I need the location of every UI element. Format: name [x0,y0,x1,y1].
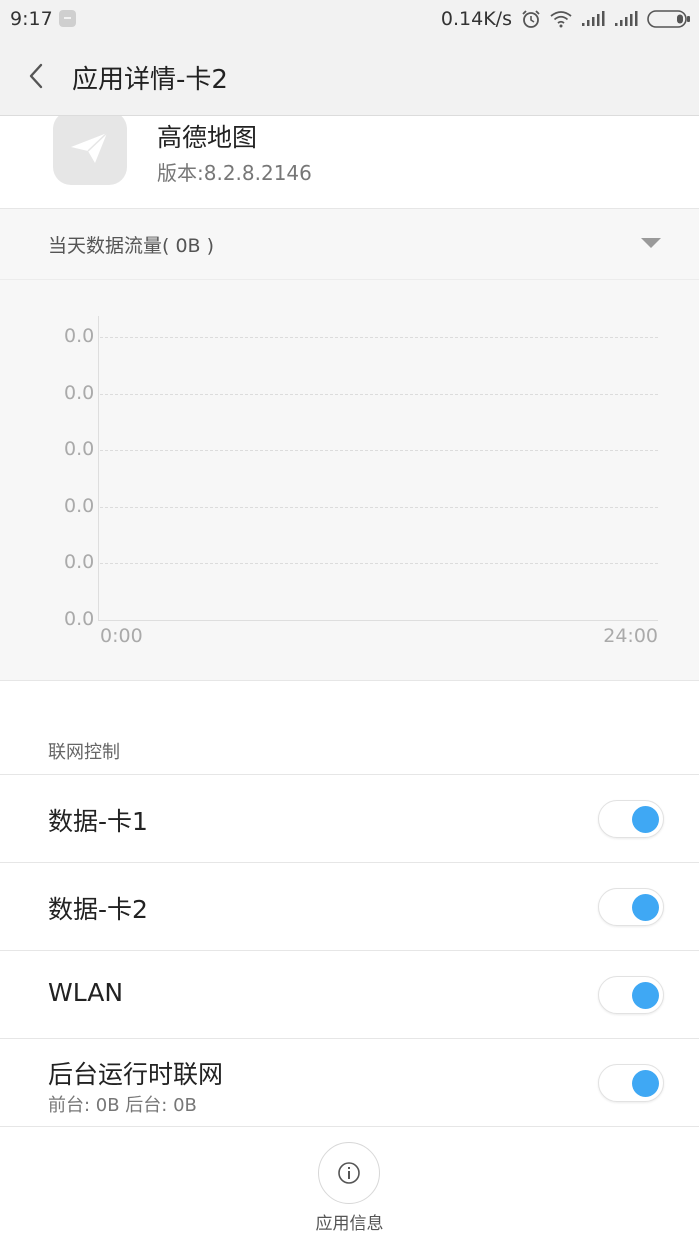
chart-y-tick-label: 0.0 [64,608,95,630]
chart-y-tick-label: 0.0 [64,325,95,347]
app-info-label[interactable]: 应用信息 [0,1209,699,1234]
back-icon[interactable] [24,60,50,92]
switch-knob [632,894,659,921]
chart-y-tick-label: 0.0 [64,438,95,461]
app-version: 版本:8.2.8.2146 [157,161,312,185]
background-usage-summary: 前台: 0B 后台: 0B [48,1095,197,1116]
wifi-icon [550,11,572,28]
app-info: 高德地图 版本:8.2.8.2146 [0,116,699,209]
chart-gridline [100,450,658,452]
network-control-header: 联网控制 [48,742,120,763]
daily-usage-selector[interactable]: 当天数据流量( 0B ) [0,209,699,280]
app-info-button[interactable] [318,1142,380,1204]
switch-knob [632,1070,659,1097]
toggle-label: 后台运行时联网 [48,1060,224,1089]
signal-icon [615,11,638,26]
toggle-row-data-sim1[interactable]: 数据-卡1 [0,774,699,862]
chart-y-tick-label: 0.0 [64,494,95,517]
status-indicators: 0.14K/s [441,6,691,32]
chart-x-axis [98,620,658,621]
battery-icon [647,10,690,28]
chart-y-tick-label: 0.0 [64,381,95,404]
chart-y-axis [98,316,99,621]
switch-knob [632,806,659,833]
dropdown-triangle-icon [641,238,661,248]
toggle-row-data-sim2[interactable]: 数据-卡2 [0,862,699,950]
data-sim2-switch[interactable] [598,888,664,926]
chart-y-tick-label: 0.0 [64,551,95,574]
chart-gridline [100,506,658,508]
toggle-row-background-network[interactable]: 后台运行时联网 前台: 0B 后台: 0B [0,1038,699,1126]
navigation-arrow-icon [71,132,108,163]
status-bar: 9:17 0.14K/s [0,0,699,38]
info-icon [338,1162,360,1184]
chart-x-tick-label: 24:00 [603,625,658,647]
signal-icon [582,11,605,26]
app-name: 高德地图 [157,123,258,152]
divider [0,1126,699,1127]
toggle-label: 数据-卡2 [48,895,148,924]
app-icon [53,116,127,185]
toggle-label: WLAN [48,978,124,1007]
daily-usage-label: 当天数据流量( 0B ) [48,235,215,257]
background-network-switch[interactable] [598,1064,664,1102]
chart-gridline [100,563,658,565]
app-bar: 应用详情-卡2 [0,38,699,116]
page-title: 应用详情-卡2 [72,65,228,95]
alarm-icon [522,10,540,28]
usage-chart: 0.0 0.0 0.0 0.0 0.0 0.0 0:00 24:00 [0,280,699,681]
chart-gridline [100,337,658,338]
chart-x-tick-label: 0:00 [100,625,143,647]
wlan-switch[interactable] [598,976,664,1014]
switch-knob [632,982,659,1009]
status-time: 9:17 [10,8,53,30]
toggle-row-wlan[interactable]: WLAN [0,950,699,1038]
data-sim1-switch[interactable] [598,800,664,838]
toggle-label: 数据-卡1 [48,807,148,836]
chart-gridline [100,393,658,395]
notification-icon [59,10,76,27]
network-speed: 0.14K/s [440,8,512,30]
